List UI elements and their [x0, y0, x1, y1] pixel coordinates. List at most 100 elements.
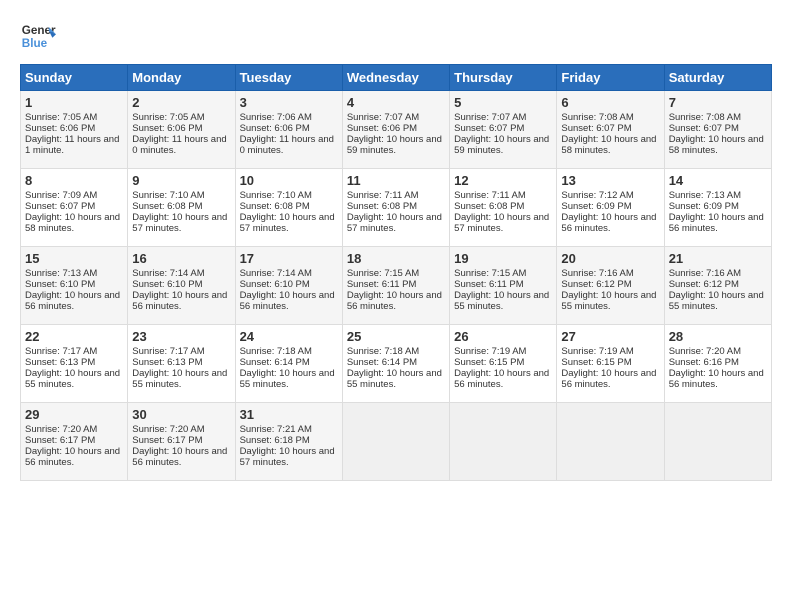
calendar-cell: 25Sunrise: 7:18 AMSunset: 6:14 PMDayligh…	[342, 325, 449, 403]
sunrise-text: Sunrise: 7:15 AM	[347, 268, 419, 279]
day-header-sunday: Sunday	[21, 65, 128, 91]
daylight-text: Daylight: 10 hours and 57 minutes.	[240, 446, 335, 468]
day-number: 12	[454, 173, 552, 188]
daylight-text: Daylight: 10 hours and 57 minutes.	[347, 212, 442, 234]
calendar-cell: 7 Sunrise: 7:08 AMSunset: 6:07 PMDaylight…	[664, 91, 771, 169]
calendar-cell	[557, 403, 664, 481]
daylight-text: Daylight: 10 hours and 56 minutes.	[454, 368, 549, 390]
sunset-text: Sunset: 6:14 PM	[347, 357, 417, 368]
calendar-cell: 29Sunrise: 7:20 AMSunset: 6:17 PMDayligh…	[21, 403, 128, 481]
calendar-cell: 11Sunrise: 7:11 AMSunset: 6:08 PMDayligh…	[342, 169, 449, 247]
day-number: 21	[669, 251, 767, 266]
calendar-cell: 17Sunrise: 7:14 AMSunset: 6:10 PMDayligh…	[235, 247, 342, 325]
sunset-text: Sunset: 6:07 PM	[669, 123, 739, 134]
calendar-cell: 8Sunrise: 7:09 AMSunset: 6:07 PMDaylight…	[21, 169, 128, 247]
day-number: 1	[25, 95, 123, 110]
svg-text:Blue: Blue	[22, 37, 48, 50]
sunrise-text: Sunrise: 7:05 AM	[132, 112, 204, 123]
day-header-saturday: Saturday	[664, 65, 771, 91]
sunset-text: Sunset: 6:10 PM	[240, 279, 310, 290]
sunset-text: Sunset: 6:06 PM	[25, 123, 95, 134]
calendar-cell: 19Sunrise: 7:15 AMSunset: 6:11 PMDayligh…	[450, 247, 557, 325]
calendar-cell: 24Sunrise: 7:18 AMSunset: 6:14 PMDayligh…	[235, 325, 342, 403]
calendar-cell: 10Sunrise: 7:10 AMSunset: 6:08 PMDayligh…	[235, 169, 342, 247]
calendar-cell: 1Sunrise: 7:05 AMSunset: 6:06 PMDaylight…	[21, 91, 128, 169]
day-number: 10	[240, 173, 338, 188]
day-number: 7	[669, 95, 767, 110]
sunrise-text: Sunrise: 7:19 AM	[561, 346, 633, 357]
sunrise-text: Sunrise: 7:06 AM	[240, 112, 312, 123]
day-number: 9	[132, 173, 230, 188]
sunset-text: Sunset: 6:09 PM	[561, 201, 631, 212]
calendar-cell: 23Sunrise: 7:17 AMSunset: 6:13 PMDayligh…	[128, 325, 235, 403]
calendar-week-row: 8Sunrise: 7:09 AMSunset: 6:07 PMDaylight…	[21, 169, 772, 247]
sunrise-text: Sunrise: 7:20 AM	[132, 424, 204, 435]
daylight-text: Daylight: 10 hours and 56 minutes.	[132, 446, 227, 468]
sunrise-text: Sunrise: 7:05 AM	[25, 112, 97, 123]
calendar-cell: 3Sunrise: 7:06 AMSunset: 6:06 PMDaylight…	[235, 91, 342, 169]
day-number: 6	[561, 95, 659, 110]
daylight-text: Daylight: 10 hours and 58 minutes.	[25, 212, 120, 234]
sunrise-text: Sunrise: 7:18 AM	[347, 346, 419, 357]
sunrise-text: Sunrise: 7:14 AM	[132, 268, 204, 279]
daylight-text: Daylight: 10 hours and 55 minutes.	[25, 368, 120, 390]
day-number: 28	[669, 329, 767, 344]
calendar-cell: 27Sunrise: 7:19 AMSunset: 6:15 PMDayligh…	[557, 325, 664, 403]
sunrise-text: Sunrise: 7:10 AM	[132, 190, 204, 201]
sunrise-text: Sunrise: 7:11 AM	[454, 190, 526, 201]
sunrise-text: Sunrise: 7:16 AM	[669, 268, 741, 279]
sunset-text: Sunset: 6:08 PM	[240, 201, 310, 212]
day-number: 5	[454, 95, 552, 110]
daylight-text: Daylight: 10 hours and 58 minutes.	[669, 134, 764, 156]
day-number: 19	[454, 251, 552, 266]
sunrise-text: Sunrise: 7:09 AM	[25, 190, 97, 201]
daylight-text: Daylight: 10 hours and 55 minutes.	[240, 368, 335, 390]
calendar-header-row: SundayMondayTuesdayWednesdayThursdayFrid…	[21, 65, 772, 91]
sunset-text: Sunset: 6:12 PM	[561, 279, 631, 290]
calendar-cell: 31Sunrise: 7:21 AMSunset: 6:18 PMDayligh…	[235, 403, 342, 481]
sunrise-text: Sunrise: 7:15 AM	[454, 268, 526, 279]
daylight-text: Daylight: 10 hours and 56 minutes.	[240, 290, 335, 312]
sunset-text: Sunset: 6:11 PM	[454, 279, 524, 290]
day-number: 3	[240, 95, 338, 110]
calendar-cell: 26Sunrise: 7:19 AMSunset: 6:15 PMDayligh…	[450, 325, 557, 403]
daylight-text: Daylight: 10 hours and 59 minutes.	[347, 134, 442, 156]
sunset-text: Sunset: 6:06 PM	[347, 123, 417, 134]
calendar-cell	[664, 403, 771, 481]
sunrise-text: Sunrise: 7:10 AM	[240, 190, 312, 201]
sunrise-text: Sunrise: 7:16 AM	[561, 268, 633, 279]
calendar-cell: 28Sunrise: 7:20 AMSunset: 6:16 PMDayligh…	[664, 325, 771, 403]
calendar-cell: 6Sunrise: 7:08 AMSunset: 6:07 PMDaylight…	[557, 91, 664, 169]
daylight-text: Daylight: 10 hours and 57 minutes.	[132, 212, 227, 234]
sunrise-text: Sunrise: 7:14 AM	[240, 268, 312, 279]
daylight-text: Daylight: 10 hours and 56 minutes.	[669, 368, 764, 390]
day-number: 2	[132, 95, 230, 110]
calendar-cell: 12Sunrise: 7:11 AMSunset: 6:08 PMDayligh…	[450, 169, 557, 247]
sunrise-text: Sunrise: 7:21 AM	[240, 424, 312, 435]
sunset-text: Sunset: 6:17 PM	[132, 435, 202, 446]
sunset-text: Sunset: 6:07 PM	[25, 201, 95, 212]
day-header-monday: Monday	[128, 65, 235, 91]
sunset-text: Sunset: 6:12 PM	[669, 279, 739, 290]
calendar-cell: 5Sunrise: 7:07 AMSunset: 6:07 PMDaylight…	[450, 91, 557, 169]
sunrise-text: Sunrise: 7:19 AM	[454, 346, 526, 357]
sunset-text: Sunset: 6:16 PM	[669, 357, 739, 368]
calendar-cell: 21Sunrise: 7:16 AMSunset: 6:12 PMDayligh…	[664, 247, 771, 325]
sunset-text: Sunset: 6:07 PM	[454, 123, 524, 134]
calendar-cell: 14Sunrise: 7:13 AMSunset: 6:09 PMDayligh…	[664, 169, 771, 247]
calendar-cell: 9 Sunrise: 7:10 AMSunset: 6:08 PMDaylight…	[128, 169, 235, 247]
page: General Blue SundayMondayTuesdayWednesda…	[0, 0, 792, 491]
daylight-text: Daylight: 11 hours and 0 minutes.	[132, 134, 226, 156]
sunset-text: Sunset: 6:14 PM	[240, 357, 310, 368]
calendar-cell	[342, 403, 449, 481]
daylight-text: Daylight: 10 hours and 56 minutes.	[561, 212, 656, 234]
calendar-cell	[450, 403, 557, 481]
daylight-text: Daylight: 10 hours and 56 minutes.	[347, 290, 442, 312]
day-header-tuesday: Tuesday	[235, 65, 342, 91]
day-number: 22	[25, 329, 123, 344]
calendar-week-row: 22Sunrise: 7:17 AMSunset: 6:13 PMDayligh…	[21, 325, 772, 403]
sunrise-text: Sunrise: 7:18 AM	[240, 346, 312, 357]
sunset-text: Sunset: 6:08 PM	[132, 201, 202, 212]
sunrise-text: Sunrise: 7:08 AM	[669, 112, 741, 123]
day-number: 20	[561, 251, 659, 266]
